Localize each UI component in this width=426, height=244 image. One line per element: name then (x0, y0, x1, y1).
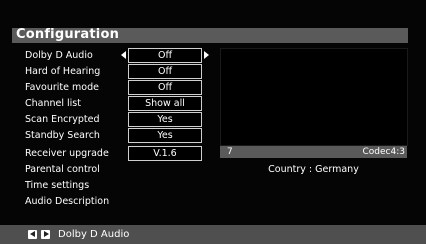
menu-item-label: Receiver upgrade (25, 148, 109, 159)
footer-hint-text: Dolby D Audio (58, 229, 130, 240)
country-label: Country : Germany (268, 164, 359, 175)
favourite-mode-value[interactable]: Off (128, 80, 202, 95)
menu-item-label: Audio Description (25, 196, 110, 207)
menu-item-label: Scan Encrypted (25, 114, 100, 125)
menu-item-favourite-mode[interactable]: Favourite mode Off (25, 80, 215, 95)
configuration-screen: Configuration Dolby D Audio Off Hard of … (0, 0, 426, 244)
menu-item-receiver-upgrade[interactable]: Receiver upgrade V.1.6 (25, 146, 215, 161)
menu-item-label: Channel list (25, 98, 81, 109)
right-arrow-key-icon (41, 230, 50, 239)
footer-hint-bar: Dolby D Audio (0, 225, 426, 244)
scan-encrypted-value[interactable]: Yes (128, 112, 202, 127)
channel-info-bar: 7 Codec4:3 (220, 146, 407, 158)
video-preview (220, 48, 408, 146)
title-bar: Configuration (12, 27, 408, 43)
menu-item-channel-list[interactable]: Channel list Show all (25, 96, 215, 111)
standby-search-value[interactable]: Yes (128, 128, 202, 143)
page-title: Configuration (16, 27, 120, 42)
menu-item-label: Dolby D Audio (25, 50, 93, 61)
menu-item-dolby-d-audio[interactable]: Dolby D Audio Off (25, 48, 215, 63)
menu-item-standby-search[interactable]: Standby Search Yes (25, 128, 215, 143)
receiver-upgrade-value[interactable]: V.1.6 (128, 146, 202, 161)
channel-list-value[interactable]: Show all (128, 96, 202, 111)
menu-item-time-settings[interactable]: Time settings (25, 178, 215, 193)
menu-item-label: Parental control (25, 164, 100, 175)
menu-item-label: Time settings (25, 180, 90, 191)
right-arrow-icon[interactable] (204, 51, 209, 59)
menu-item-audio-description[interactable]: Audio Description (25, 194, 215, 209)
channel-number: 7 (227, 147, 233, 157)
dolby-d-audio-value[interactable]: Off (128, 48, 202, 63)
menu-item-label: Standby Search (25, 130, 100, 141)
menu-item-hard-of-hearing[interactable]: Hard of Hearing Off (25, 64, 215, 79)
menu-item-label: Favourite mode (25, 82, 99, 93)
menu-item-parental-control[interactable]: Parental control (25, 162, 215, 177)
left-arrow-key-icon (28, 230, 37, 239)
left-arrow-icon[interactable] (121, 51, 126, 59)
codec-label: Codec4:3 (362, 147, 405, 157)
hard-of-hearing-value[interactable]: Off (128, 64, 202, 79)
menu-item-scan-encrypted[interactable]: Scan Encrypted Yes (25, 112, 215, 127)
menu-item-label: Hard of Hearing (25, 66, 101, 77)
